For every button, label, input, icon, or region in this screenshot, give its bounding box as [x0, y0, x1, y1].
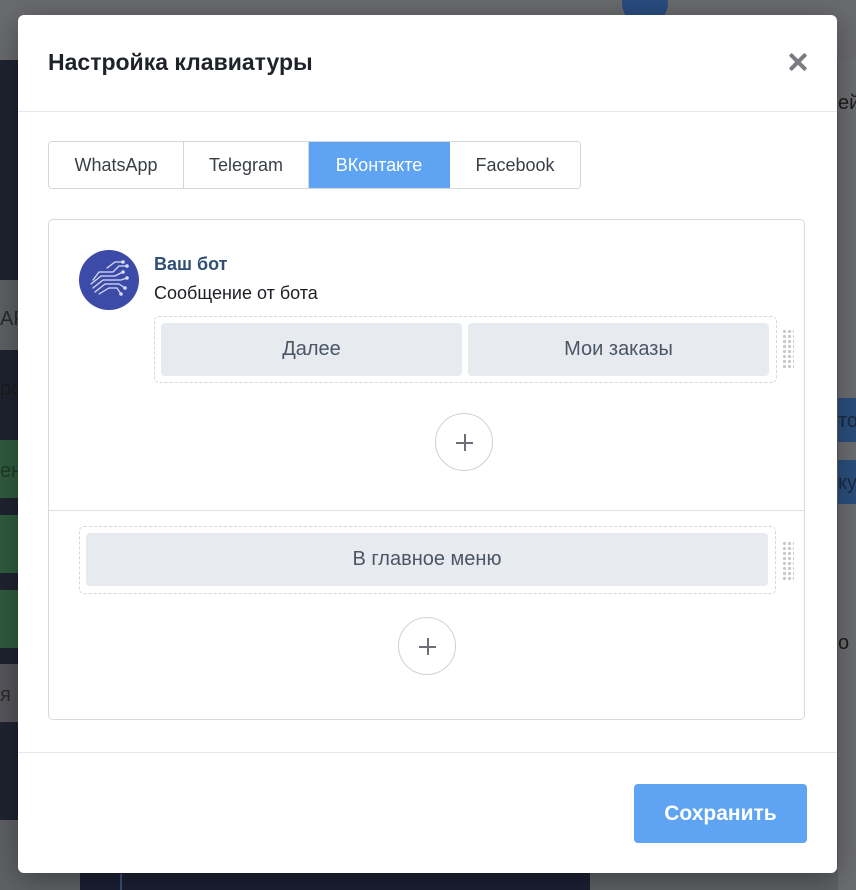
reply-keyboard-row[interactable]: В главное меню [79, 526, 776, 594]
dialog-header: Настройка клавиатуры [18, 15, 837, 112]
background-text: о [838, 632, 850, 654]
bot-message: Сообщение от бота [154, 283, 318, 303]
bot-name: Ваш бот [154, 254, 228, 274]
close-icon[interactable] [785, 49, 811, 75]
drag-handle-icon[interactable] [782, 541, 794, 581]
messenger-tabs: WhatsApp Telegram ВКонтакте Facebook [48, 141, 581, 189]
add-inline-row-button[interactable] [435, 413, 493, 471]
keyboard-settings-dialog: Настройка клавиатуры WhatsApp Telegram В… [18, 15, 837, 873]
add-reply-row-button[interactable] [398, 617, 456, 675]
tab-whatsapp[interactable]: WhatsApp [49, 142, 184, 188]
background-strip [0, 590, 18, 648]
divider [49, 510, 804, 511]
background-panel [80, 872, 590, 890]
keyboard-editor: Ваш бот Сообщение от бота Далее Мои зака… [48, 219, 805, 720]
tab-vkontakte[interactable]: ВКонтакте [309, 142, 450, 188]
footer-divider [18, 752, 837, 753]
background-text: я [0, 684, 11, 706]
tab-telegram[interactable]: Telegram [184, 142, 309, 188]
keyboard-button-my-orders[interactable]: Мои заказы [468, 323, 769, 376]
keyboard-button-next[interactable]: Далее [161, 323, 462, 376]
background-text: ку [838, 472, 856, 494]
background-text: ей [838, 92, 856, 114]
background-strip [0, 515, 18, 573]
dialog-title: Настройка клавиатуры [48, 49, 313, 75]
background-text: то [838, 410, 856, 432]
save-button[interactable]: Сохранить [634, 784, 807, 843]
tab-facebook[interactable]: Facebook [450, 142, 580, 188]
keyboard-button-main-menu[interactable]: В главное меню [86, 533, 768, 586]
drag-handle-icon[interactable] [782, 329, 794, 369]
bot-avatar-icon [79, 250, 139, 310]
inline-keyboard-row[interactable]: Далее Мои заказы [154, 316, 777, 383]
